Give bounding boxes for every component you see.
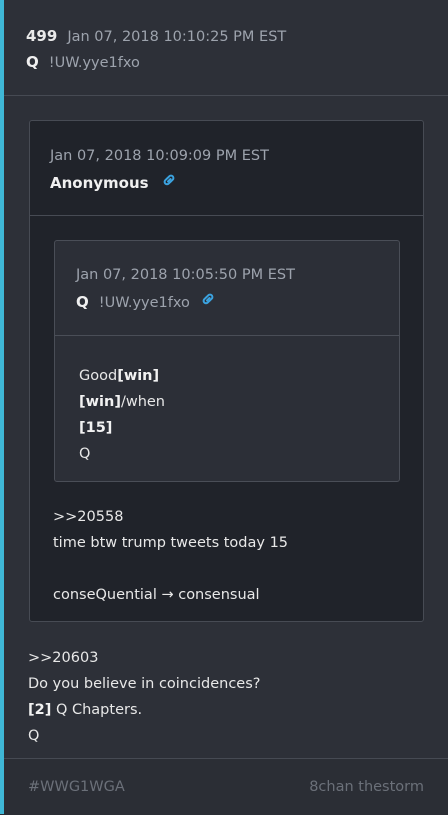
quoted-post-q: Jan 07, 2018 10:05:50 PM EST Q !UW.yye1f… (54, 240, 400, 482)
body-text: /when (120, 394, 165, 410)
brand-label: 8chan thestorm (309, 779, 424, 795)
body-text: Q (79, 446, 91, 462)
quoted-post-anonymous: Jan 07, 2018 10:09:09 PM EST Anonymous J… (29, 120, 424, 622)
nested-quote-name: Q (76, 293, 89, 311)
accent-bar (0, 0, 4, 814)
nested-quote-timestamp: Jan 07, 2018 10:05:50 PM EST (76, 267, 295, 283)
body-text: Q Chapters. (51, 702, 143, 718)
quoted-post-timestamp: Jan 07, 2018 10:09:09 PM EST (50, 148, 269, 164)
body-bold: [win] (79, 394, 121, 410)
post-footer: #WWG1WGA 8chan thestorm (4, 758, 448, 815)
post-card: 499 Jan 07, 2018 10:10:25 PM EST Q !UW.y… (0, 0, 448, 815)
post-reference-link[interactable]: >>20558 (53, 504, 288, 530)
link-icon[interactable] (200, 291, 216, 307)
nested-quote-divider (55, 335, 399, 336)
body-text: Good (79, 368, 118, 384)
post-number[interactable]: 499 (26, 27, 57, 45)
signature: Q (28, 728, 40, 744)
body-bold: [15] (79, 420, 113, 436)
link-icon[interactable] (161, 172, 177, 188)
poster-tripcode: !UW.yye1fxo (48, 55, 140, 71)
header-divider (4, 95, 448, 96)
body-bold: [win] (117, 368, 160, 384)
body-text: time btw trump tweets today 15 (53, 535, 289, 551)
post-body: >>20603 Do you believe in coincidences? … (28, 645, 260, 749)
poster-name: Q (26, 53, 39, 71)
post-reference-link[interactable]: >>20603 (28, 645, 260, 671)
quoted-post-body: >>20558 time btw trump tweets today 15 c… (53, 504, 288, 608)
body-text: conseQuential → consensual (53, 587, 260, 603)
body-bold: [2] (28, 702, 52, 718)
post-header: 499 Jan 07, 2018 10:10:25 PM EST Q !UW.y… (26, 27, 286, 71)
quoted-post-divider (30, 215, 423, 216)
nested-quote-body: Good[win] [win]/when [15] Q (79, 363, 165, 467)
quoted-poster-name: Anonymous (50, 174, 149, 192)
quoted-post-header: Jan 07, 2018 10:09:09 PM EST Anonymous (50, 148, 269, 192)
nested-quote-header: Jan 07, 2018 10:05:50 PM EST Q !UW.yye1f… (76, 267, 295, 311)
hashtag: #WWG1WGA (28, 779, 125, 795)
nested-quote-tripcode: !UW.yye1fxo (98, 295, 190, 311)
body-text: Do you believe in coincidences? (28, 676, 261, 692)
post-timestamp: Jan 07, 2018 10:10:25 PM EST (67, 29, 287, 45)
